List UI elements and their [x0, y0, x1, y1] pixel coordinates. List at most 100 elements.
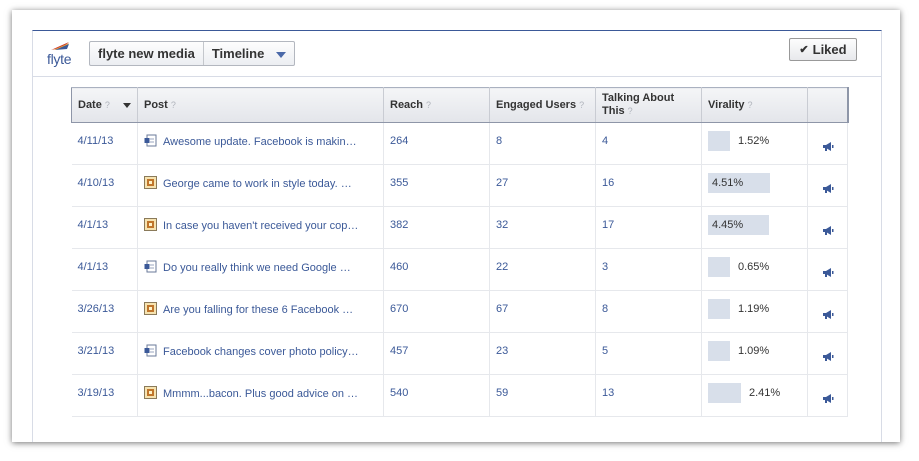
help-icon[interactable]: ? [171, 100, 176, 110]
talking-about-link[interactable]: 17 [602, 219, 614, 231]
post-link[interactable]: Are you falling for these 6 Facebook … [163, 304, 353, 316]
reach-cell[interactable]: 460 [383, 248, 490, 291]
talking-about-cell[interactable]: 4 [595, 122, 702, 165]
reach-cell[interactable]: 264 [383, 122, 490, 165]
date-link[interactable]: 3/21/13 [78, 345, 115, 357]
reach-cell[interactable]: 355 [383, 164, 490, 207]
post-link[interactable]: George came to work in style today. … [163, 178, 352, 190]
promote-cell[interactable] [807, 248, 848, 291]
promote-megaphone-icon[interactable] [822, 309, 834, 323]
column-header-engaged-users[interactable]: Engaged Users? [489, 87, 596, 123]
promote-cell[interactable] [807, 164, 848, 207]
reach-cell[interactable]: 382 [383, 206, 490, 249]
reach-link[interactable]: 670 [390, 303, 408, 315]
engaged-users-link[interactable]: 67 [496, 303, 508, 315]
date-link[interactable]: 4/11/13 [78, 135, 114, 147]
reach-link[interactable]: 540 [390, 387, 408, 399]
liked-button[interactable]: ✔ Liked [789, 38, 857, 61]
post-cell[interactable]: Are you falling for these 6 Facebook … [137, 290, 384, 333]
date-link[interactable]: 3/26/13 [78, 303, 115, 315]
help-icon[interactable]: ? [628, 106, 633, 116]
column-header-post[interactable]: Post? [137, 87, 384, 123]
engaged-users-link[interactable]: 59 [496, 387, 508, 399]
post-cell[interactable]: Do you really think we need Google … [137, 248, 384, 291]
engaged-users-cell[interactable]: 59 [489, 374, 596, 417]
promote-cell[interactable] [807, 122, 848, 165]
post-cell[interactable]: George came to work in style today. … [137, 164, 384, 207]
promote-cell[interactable] [807, 290, 848, 333]
engaged-users-cell[interactable]: 67 [489, 290, 596, 333]
help-icon[interactable]: ? [426, 100, 431, 110]
reach-link[interactable]: 457 [390, 345, 408, 357]
reach-link[interactable]: 264 [390, 135, 408, 147]
promote-cell[interactable] [807, 206, 848, 249]
help-icon[interactable]: ? [105, 100, 110, 110]
reach-link[interactable]: 355 [390, 177, 408, 189]
talking-about-link[interactable]: 13 [602, 387, 614, 399]
date-link[interactable]: 3/19/13 [78, 387, 115, 399]
column-header-date[interactable]: Date? [71, 87, 138, 123]
promote-megaphone-icon[interactable] [822, 225, 834, 239]
reach-link[interactable]: 382 [390, 219, 408, 231]
talking-about-cell[interactable]: 8 [595, 290, 702, 333]
help-icon[interactable]: ? [579, 100, 584, 110]
date-cell[interactable]: 4/11/13 [71, 122, 138, 165]
post-link[interactable]: Facebook changes cover photo policy… [163, 346, 359, 358]
engaged-users-link[interactable]: 23 [496, 345, 508, 357]
date-link[interactable]: 4/1/13 [78, 219, 109, 231]
post-link[interactable]: Mmmm...bacon. Plus good advice on … [163, 388, 358, 400]
promote-cell[interactable] [807, 332, 848, 375]
engaged-users-link[interactable]: 27 [496, 177, 508, 189]
date-cell[interactable]: 4/1/13 [71, 248, 138, 291]
engaged-users-cell[interactable]: 23 [489, 332, 596, 375]
engaged-users-link[interactable]: 32 [496, 219, 508, 231]
engaged-users-cell[interactable]: 22 [489, 248, 596, 291]
column-header-reach[interactable]: Reach? [383, 87, 490, 123]
page-view-selector[interactable]: flyte new media Timeline [89, 41, 295, 66]
view-dropdown[interactable]: Timeline [204, 42, 294, 65]
talking-about-link[interactable]: 3 [602, 261, 608, 273]
talking-about-cell[interactable]: 17 [595, 206, 702, 249]
talking-about-link[interactable]: 5 [602, 345, 608, 357]
date-cell[interactable]: 3/19/13 [71, 374, 138, 417]
reach-cell[interactable]: 670 [383, 290, 490, 333]
promote-cell[interactable] [807, 374, 848, 417]
page-name-label[interactable]: flyte new media [90, 42, 204, 65]
engaged-users-cell[interactable]: 32 [489, 206, 596, 249]
talking-about-cell[interactable]: 5 [595, 332, 702, 375]
engaged-users-link[interactable]: 8 [496, 135, 502, 147]
date-cell[interactable]: 3/26/13 [71, 290, 138, 333]
promote-megaphone-icon[interactable] [822, 141, 834, 155]
post-cell[interactable]: In case you haven't received your cop… [137, 206, 384, 249]
engaged-users-cell[interactable]: 27 [489, 164, 596, 207]
talking-about-link[interactable]: 8 [602, 303, 608, 315]
sort-descending-icon[interactable] [123, 102, 131, 108]
talking-about-cell[interactable]: 16 [595, 164, 702, 207]
date-link[interactable]: 4/1/13 [78, 261, 109, 273]
post-cell[interactable]: Mmmm...bacon. Plus good advice on … [137, 374, 384, 417]
date-cell[interactable]: 4/1/13 [71, 206, 138, 249]
post-link[interactable]: Awesome update. Facebook is makin… [163, 136, 357, 148]
post-link[interactable]: Do you really think we need Google … [163, 262, 351, 274]
reach-cell[interactable]: 540 [383, 374, 490, 417]
talking-about-link[interactable]: 16 [602, 177, 614, 189]
help-icon[interactable]: ? [748, 100, 753, 110]
promote-megaphone-icon[interactable] [822, 393, 834, 407]
date-cell[interactable]: 3/21/13 [71, 332, 138, 375]
talking-about-link[interactable]: 4 [602, 135, 608, 147]
post-cell[interactable]: Facebook changes cover photo policy… [137, 332, 384, 375]
reach-cell[interactable]: 457 [383, 332, 490, 375]
engaged-users-cell[interactable]: 8 [489, 122, 596, 165]
post-cell[interactable]: Awesome update. Facebook is makin… [137, 122, 384, 165]
column-header-talking-about[interactable]: Talking About This? [595, 87, 702, 123]
date-link[interactable]: 4/10/13 [78, 177, 115, 189]
column-header-virality[interactable]: Virality? [701, 87, 808, 123]
engaged-users-link[interactable]: 22 [496, 261, 508, 273]
talking-about-cell[interactable]: 3 [595, 248, 702, 291]
promote-megaphone-icon[interactable] [822, 183, 834, 197]
post-link[interactable]: In case you haven't received your cop… [163, 220, 358, 232]
reach-link[interactable]: 460 [390, 261, 408, 273]
promote-megaphone-icon[interactable] [822, 267, 834, 281]
talking-about-cell[interactable]: 13 [595, 374, 702, 417]
date-cell[interactable]: 4/10/13 [71, 164, 138, 207]
